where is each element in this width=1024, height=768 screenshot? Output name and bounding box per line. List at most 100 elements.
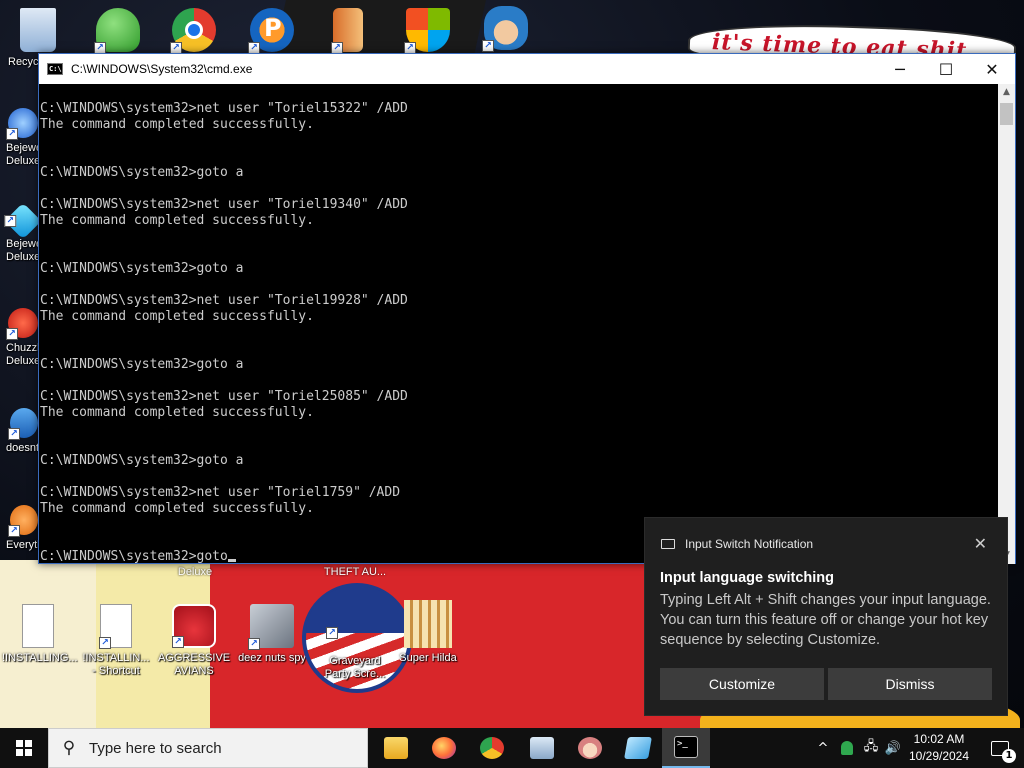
taskbar-network-app[interactable] (518, 728, 566, 768)
desktop-icon-label-partial: Deluxe (177, 566, 213, 578)
action-center-button[interactable]: 1 (980, 728, 1020, 768)
desktop-icon-deez-nuts-spy[interactable]: ↗ deez nuts spy (236, 604, 308, 665)
scrollbar-thumb[interactable] (1000, 103, 1013, 125)
keyboard-icon (661, 539, 675, 549)
desktop-icon-game-character[interactable]: ↗ (470, 6, 542, 52)
desktop-icon-label: !INSTALLING... (2, 652, 78, 664)
chrome-icon: ↗ (170, 8, 216, 54)
taskbar-firefox[interactable] (420, 728, 468, 768)
console-line: The command completed successfully. (40, 405, 314, 420)
firefox-icon (432, 737, 456, 759)
network-icon: 🖧 (863, 739, 879, 754)
shortcut-arrow-icon: ↗ (6, 128, 18, 140)
console-line: C:\WINDOWS\system32>goto a (40, 357, 244, 372)
notepad-app-icon (624, 737, 652, 759)
shortcut-arrow-icon: ↗ (4, 215, 17, 227)
close-button[interactable]: ✕ (969, 54, 1015, 84)
cmd-title-bar[interactable]: C:\ C:\WINDOWS\System32\cmd.exe ─ ☐ ✕ (39, 54, 1015, 84)
desktop-icon-installing-shortcut[interactable]: ↗ !INSTALLIN... - Shortcut (80, 604, 152, 678)
shield-icon: ↗ (404, 8, 450, 54)
taskbar: ⚲ Type here to search >_ ^ 🖧 🔊 10:02 AM … (0, 728, 1024, 768)
shortcut-arrow-icon: ↗ (326, 627, 338, 639)
dismiss-button[interactable]: Dismiss (828, 668, 992, 700)
console-line: C:\WINDOWS\system32>net user "Toriel1934… (40, 197, 408, 212)
text-cursor (227, 559, 236, 562)
p-app-icon: P ↗ (248, 8, 294, 54)
show-hidden-icons-button[interactable]: ^ (812, 728, 834, 768)
desktop-icon-users[interactable]: ↗ (82, 8, 154, 54)
console-line: C:\WINDOWS\system32>goto a (40, 261, 244, 276)
desktop-icon-aggressive-avians[interactable]: ↗ AGGRESSIVE AVIANS (158, 604, 230, 678)
chuzzle-icon: ↗ (6, 308, 38, 340)
notification-body: Typing Left Alt + Shift changes your inp… (660, 592, 991, 648)
taskbar-cmd[interactable]: >_ (662, 728, 710, 768)
vertical-scrollbar[interactable]: ▲ ▼ (998, 84, 1015, 564)
cmd-window[interactable]: C:\ C:\WINDOWS\System32\cmd.exe ─ ☐ ✕ C:… (38, 53, 1016, 564)
shortcut-arrow-icon: ↗ (248, 638, 260, 650)
text-file-icon: ↗ (99, 604, 132, 649)
taskbar-anime-app[interactable] (566, 728, 614, 768)
desktop-icon-chrome[interactable]: ↗ (158, 8, 230, 54)
console-line: C:\WINDOWS\system32>net user "Toriel1532… (40, 101, 408, 116)
file-explorer-icon (384, 737, 408, 759)
cmd-icon[interactable]: C:\ (47, 63, 63, 75)
desktop-icon-p-app[interactable]: P ↗ (236, 8, 308, 54)
tray-user-app-button[interactable] (836, 728, 858, 768)
console-line: The command completed successfully. (40, 309, 314, 324)
maximize-button[interactable]: ☐ (923, 54, 969, 84)
taskbar-chrome[interactable] (468, 728, 516, 768)
shortcut-arrow-icon: ↗ (172, 636, 184, 648)
cmd-window-title: C:\WINDOWS\System32\cmd.exe (71, 62, 253, 76)
desktop-icon-label: Graveyard Party Scre... (324, 655, 386, 680)
search-app-icon: ↗ (8, 505, 38, 537)
notification-center-icon: 1 (991, 740, 1016, 763)
console-line: C:\WINDOWS\system32>goto a (40, 165, 244, 180)
angry-bird-icon: ↗ (172, 604, 216, 648)
input-switch-notification[interactable]: Input Switch Notification ✕ Input langua… (644, 517, 1008, 716)
desktop-icon-label: deez nuts spy (238, 652, 306, 664)
notification-header: Input Switch Notification (661, 537, 813, 551)
taskbar-clock[interactable]: 10:02 AM 10/29/2024 (903, 731, 975, 765)
desktop-icon-super-hilda[interactable]: Super Hilda (392, 600, 464, 665)
network-button[interactable]: 🖧 (860, 728, 882, 768)
shortcut-arrow-icon: ↗ (99, 637, 111, 649)
desktop-icon-door[interactable]: ↗ (312, 8, 384, 54)
desktop-icon-installing[interactable]: !INSTALLING... (2, 604, 78, 665)
desktop-icon-label: AGGRESSIVE AVIANS (158, 652, 231, 677)
notification-close-button[interactable]: ✕ (974, 534, 987, 554)
notification-app-name: Input Switch Notification (685, 537, 814, 551)
notification-count-badge: 1 (1002, 748, 1016, 763)
clock-date: 10/29/2024 (908, 749, 970, 763)
console-output[interactable]: C:\WINDOWS\system32>net user "Toriel1532… (39, 84, 999, 564)
recycle-bin-icon (20, 8, 56, 52)
taskbar-file-explorer[interactable] (372, 728, 420, 768)
console-line: C:\WINDOWS\system32>net user "Toriel1992… (40, 293, 408, 308)
anime-character-icon (578, 737, 602, 759)
scroll-up-arrow-icon[interactable]: ▲ (998, 84, 1015, 101)
app-icon: ↗ (8, 408, 38, 440)
taskbar-notepad-app[interactable] (614, 728, 662, 768)
volume-button[interactable]: 🔊 (882, 728, 904, 768)
search-placeholder: Type here to search (89, 739, 222, 757)
desktop-icon-label-partial: THEFT AU... (323, 566, 387, 578)
customize-button[interactable]: Customize (660, 668, 824, 700)
desktop-icon-shield[interactable]: ↗ (392, 8, 464, 54)
user-status-icon (841, 741, 853, 755)
chrome-icon (480, 737, 504, 759)
game-character-icon: ↗ (482, 6, 528, 52)
console-line: The command completed successfully. (40, 501, 314, 516)
minimize-button[interactable]: ─ (877, 54, 923, 84)
users-icon: ↗ (94, 8, 140, 54)
taskbar-search-box[interactable]: ⚲ Type here to search (48, 728, 368, 768)
start-button[interactable] (0, 728, 48, 768)
console-line: C:\WINDOWS\system32>net user "Toriel1759… (40, 485, 401, 500)
